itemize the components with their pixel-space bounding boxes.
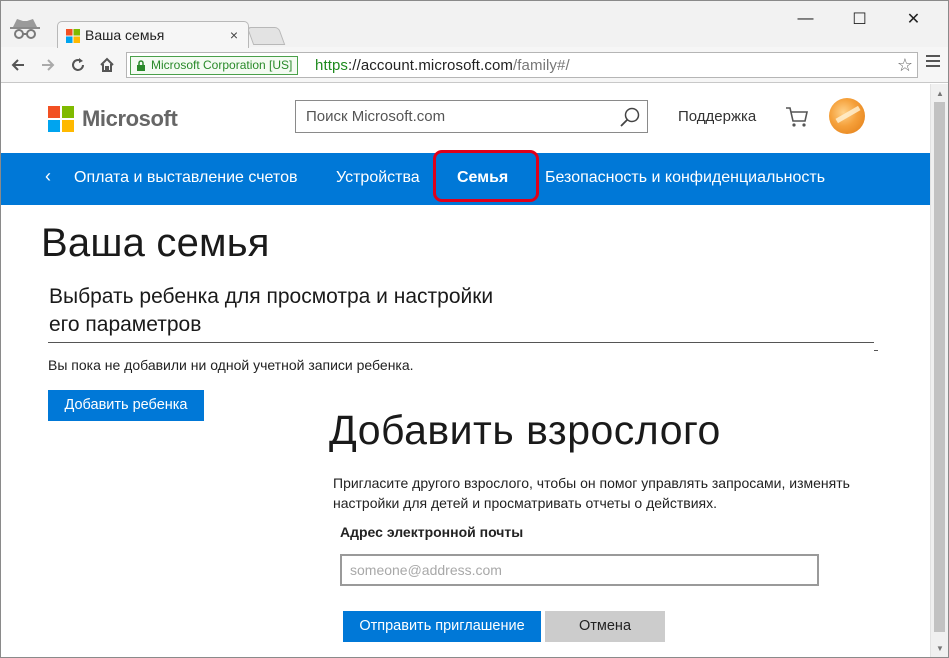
new-tab-button[interactable]	[246, 27, 286, 45]
child-section-title-line2: его параметров	[49, 313, 202, 336]
forward-icon[interactable]	[35, 52, 61, 78]
family-highlight-outline	[433, 150, 539, 202]
incognito-icon	[10, 19, 40, 39]
nav-item-devices[interactable]: Устройства	[336, 169, 420, 187]
tab-close-icon[interactable]: ×	[230, 27, 238, 43]
nav-item-billing[interactable]: Оплата и выставление счетов	[74, 169, 297, 187]
window-close-button[interactable]: ✕	[891, 1, 936, 37]
window-minimize-button[interactable]: —	[783, 1, 828, 37]
invite-description: Пригласите другого взрослого, чтобы он п…	[333, 473, 893, 513]
browser-window: Ваша семья × — ☐ ✕ Microsoft Corporation…	[0, 0, 949, 658]
section-divider	[48, 342, 874, 343]
reload-icon[interactable]	[65, 52, 91, 78]
add-adult-title: Добавить взрослого	[329, 407, 721, 453]
address-bar[interactable]: Microsoft Corporation [US] https://accou…	[126, 52, 918, 78]
nav-item-security[interactable]: Безопасность и конфиденциальность	[545, 169, 825, 187]
url-text[interactable]: https://account.microsoft.com/family#/	[315, 57, 570, 74]
ev-certificate-badge[interactable]: Microsoft Corporation [US]	[130, 56, 299, 75]
back-icon[interactable]	[5, 52, 31, 78]
cancel-button[interactable]: Отмена	[545, 611, 665, 642]
cart-icon[interactable]	[785, 106, 809, 128]
ev-badge-text: Microsoft Corporation [US]	[151, 58, 293, 72]
microsoft-favicon-icon	[66, 29, 80, 43]
site-search[interactable]	[295, 100, 648, 133]
invite-line1: Пригласите другого взрослого, чтобы он п…	[333, 475, 850, 491]
microsoft-logo-icon[interactable]	[48, 106, 74, 132]
tab-family[interactable]: Ваша семья ×	[57, 21, 249, 48]
scroll-thumb[interactable]	[934, 102, 945, 632]
email-label: Адрес электронной почты	[340, 524, 524, 540]
scroll-up-arrow-icon[interactable]: ▲	[936, 89, 944, 98]
no-child-message: Вы пока не добавили ни одной учетной зап…	[48, 357, 414, 373]
url-path: /family#/	[513, 57, 570, 74]
support-link[interactable]: Поддержка	[678, 108, 756, 125]
send-invite-button[interactable]: Отправить приглашение	[343, 611, 541, 642]
window-maximize-button[interactable]: ☐	[837, 1, 882, 37]
scroll-down-arrow-icon[interactable]: ▼	[936, 644, 944, 653]
email-field[interactable]	[340, 554, 819, 586]
browser-toolbar: Microsoft Corporation [US] https://accou…	[1, 47, 948, 83]
child-section-title-line1: Выбрать ребенка для просмотра и настройк…	[49, 285, 494, 308]
search-icon[interactable]	[619, 106, 641, 128]
divider-tick	[874, 350, 878, 351]
title-bar: Ваша семья × — ☐ ✕	[1, 1, 948, 48]
nav-back-icon[interactable]: ‹	[45, 166, 51, 187]
child-section-title: Выбрать ребенка для просмотра и настройк…	[49, 283, 589, 339]
lock-icon	[137, 60, 145, 71]
avatar[interactable]	[829, 98, 865, 134]
home-icon[interactable]	[94, 52, 120, 78]
url-scheme: https	[315, 57, 349, 74]
star-icon[interactable]: ☆	[897, 55, 913, 76]
tab-title: Ваша семья	[85, 27, 165, 43]
add-child-button[interactable]: Добавить ребенка	[48, 390, 204, 421]
page-scrollbar[interactable]: ▲ ▼	[930, 84, 948, 657]
search-input[interactable]	[296, 101, 606, 132]
invite-line2: настройки для детей и просматривать отче…	[333, 495, 718, 511]
microsoft-logo-text[interactable]: Microsoft	[82, 106, 178, 132]
url-host: ://account.microsoft.com	[348, 57, 513, 74]
page-title: Ваша семья	[41, 221, 270, 265]
menu-icon[interactable]	[926, 55, 940, 70]
page-viewport: Microsoft Поддержка ‹ Оплата и выставлен…	[1, 84, 930, 657]
